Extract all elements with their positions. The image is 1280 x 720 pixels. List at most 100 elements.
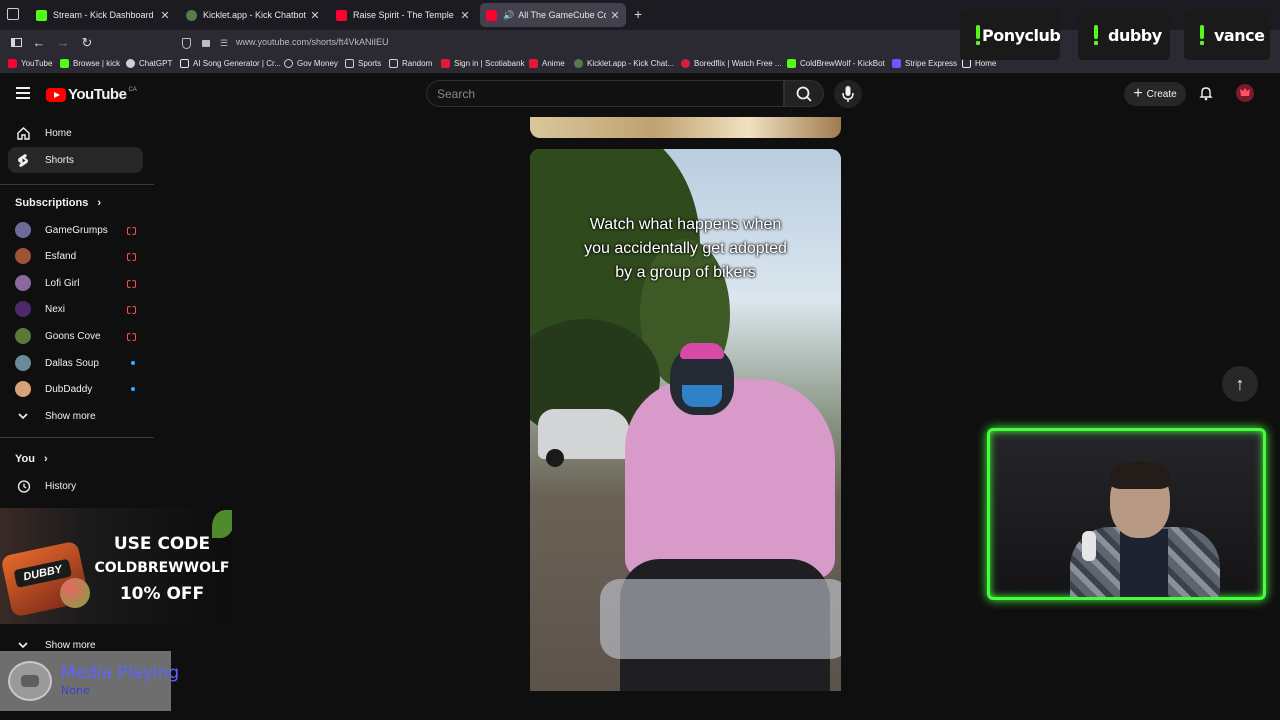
subscription-nexi[interactable]: Nexi [8, 296, 143, 322]
channel-name: Goons Cove [45, 330, 101, 342]
sidebar-item-home[interactable]: Home [8, 120, 143, 146]
sidebar-item-label: History [45, 480, 77, 492]
folder-icon [345, 59, 354, 68]
scotiabank-icon [441, 59, 450, 68]
chevron-right-icon: › [97, 197, 102, 209]
previous-short-button[interactable]: ↑ [1222, 366, 1258, 402]
subscription-gamegrumps[interactable]: GameGrumps [8, 217, 143, 243]
tab-kicklet[interactable]: Kicklet.app - Kick Chatbot and C ✕ [180, 3, 326, 27]
youtube-logo[interactable]: YouTube CA [46, 86, 137, 103]
kicklet-favicon-icon [186, 9, 197, 21]
exclamation-icon [1092, 25, 1100, 45]
subscription-dallas-soup[interactable]: Dallas Soup [8, 350, 143, 376]
close-tab-icon[interactable]: ✕ [610, 9, 620, 22]
bookmark-chatgpt[interactable]: ChatGPT [126, 59, 172, 68]
channel-name: Nexi [45, 303, 66, 315]
sidebar-item-shorts[interactable]: Shorts [8, 147, 143, 173]
subscription-lofi-girl[interactable]: Lofi Girl [8, 270, 143, 296]
ad-line-1: USE CODE [113, 534, 211, 554]
bookmark-sports[interactable]: Sports [345, 59, 381, 68]
bookmark-gov-money[interactable]: Gov Money [284, 59, 338, 68]
bookmark-home[interactable]: Home [962, 59, 996, 68]
notifications-bell-icon[interactable] [1198, 85, 1214, 101]
search-button[interactable] [784, 80, 824, 107]
account-avatar[interactable] [1236, 84, 1254, 102]
you-header[interactable]: You › [15, 453, 48, 465]
bookmark-scotiabank[interactable]: Sign in | Scotiabank [441, 59, 525, 68]
tab-kick-dashboard[interactable]: Stream - Kick Dashboard ✕ [30, 3, 176, 27]
avatar [15, 248, 31, 264]
shield-icon[interactable] [182, 38, 191, 49]
bookmark-label: Sports [358, 59, 382, 68]
globe-icon [284, 59, 293, 68]
media-subtitle: None [61, 684, 90, 697]
bike-windshield [600, 579, 841, 659]
bookmark-kicklet[interactable]: Kicklet.app - Kick Chat... [574, 59, 674, 68]
kicklet-icon [574, 59, 583, 68]
address-bar[interactable]: www.youtube.com/shorts/ft4VkANiIEU [236, 37, 389, 47]
subscriptions-header[interactable]: Subscriptions › [15, 197, 101, 209]
sidebar-divider [0, 184, 154, 185]
sidebar-toggle-icon[interactable] [8, 35, 24, 51]
tab-gamecube[interactable]: 🔊 All The GameCube Compan ✕ [480, 3, 626, 27]
bookmark-label: ColdBrewWolf - KickBot [800, 59, 885, 68]
close-tab-icon[interactable]: ✕ [160, 9, 170, 22]
bookmark-kick[interactable]: Browse | kick [60, 59, 120, 68]
voice-search-button[interactable] [834, 80, 862, 108]
live-icon [127, 280, 136, 288]
rider-jacket [625, 379, 835, 579]
sidebar-item-label: Shorts [45, 154, 74, 166]
history-icon [15, 478, 31, 494]
bookmark-label: Anime [542, 59, 565, 68]
kick-icon [60, 59, 69, 68]
avatar [15, 381, 31, 397]
tab-raise-spirit[interactable]: Raise Spirit - The Temple - YouT ✕ [330, 3, 476, 27]
previous-short-thumbnail[interactable] [530, 117, 841, 138]
subscription-esfand[interactable]: Esfand [8, 243, 143, 269]
bookmark-boredflix[interactable]: Boredflix | Watch Free ... [681, 59, 782, 68]
bookmark-label: Sign in | Scotiabank [454, 59, 525, 68]
new-tab-button[interactable]: + [634, 6, 642, 22]
sponsor-ad-overlay: DUBBY USE CODE COLDBREWWOLF 10% OFF [0, 508, 232, 624]
bookmark-label: ChatGPT [139, 59, 173, 68]
create-button[interactable]: + Create [1124, 82, 1186, 106]
channel-name: Lofi Girl [45, 277, 80, 289]
youtube-play-icon [46, 87, 66, 102]
kick-favicon-icon [36, 9, 47, 21]
lock-icon[interactable] [202, 40, 210, 47]
bookmark-youtube[interactable]: YouTube [8, 59, 52, 68]
show-more-button[interactable]: Show more [8, 403, 143, 429]
media-title: Media Playing [61, 663, 180, 683]
search-input[interactable]: Search [426, 80, 784, 107]
sidebar-item-history[interactable]: History [8, 473, 143, 499]
youtube-icon [8, 59, 17, 68]
shorts-video-player[interactable]: Watch what happens when you accidentally… [530, 149, 841, 691]
reload-button[interactable]: ↻ [79, 35, 95, 51]
ai-song-icon [180, 59, 189, 68]
bookmark-kickbot[interactable]: ColdBrewWolf - KickBot [787, 59, 885, 68]
bookmark-anime[interactable]: Anime [529, 59, 565, 68]
close-tab-icon[interactable]: ✕ [310, 9, 320, 22]
channel-name: GameGrumps [45, 224, 108, 236]
bookmark-label: Stripe Express [905, 59, 958, 68]
youtube-favicon-icon [486, 9, 497, 21]
caption-line: Watch what happens when [589, 216, 782, 233]
back-button[interactable]: ← [31, 35, 47, 51]
bookmark-ai-song[interactable]: AI Song Generator | Cr... [180, 59, 281, 68]
bookmark-random[interactable]: Random [389, 59, 432, 68]
guide-menu-button[interactable] [16, 87, 30, 99]
speaker-icon[interactable]: 🔊 [503, 10, 514, 21]
subscription-dubdaddy[interactable]: DubDaddy [8, 376, 143, 402]
tab-title: All The GameCube Compan [518, 10, 606, 20]
new-content-dot [131, 361, 135, 365]
close-tab-icon[interactable]: ✕ [460, 9, 470, 22]
bookmark-stripe[interactable]: Stripe Express [892, 59, 957, 68]
tab-list-icon[interactable] [7, 8, 19, 20]
avatar [15, 328, 31, 344]
permissions-icon[interactable]: ☰ [220, 38, 228, 49]
country-code: CA [128, 86, 137, 93]
forward-button[interactable]: → [55, 35, 71, 51]
live-icon [127, 253, 136, 261]
bookmark-label: Home [975, 59, 997, 68]
subscription-goons-cove[interactable]: Goons Cove [8, 323, 143, 349]
